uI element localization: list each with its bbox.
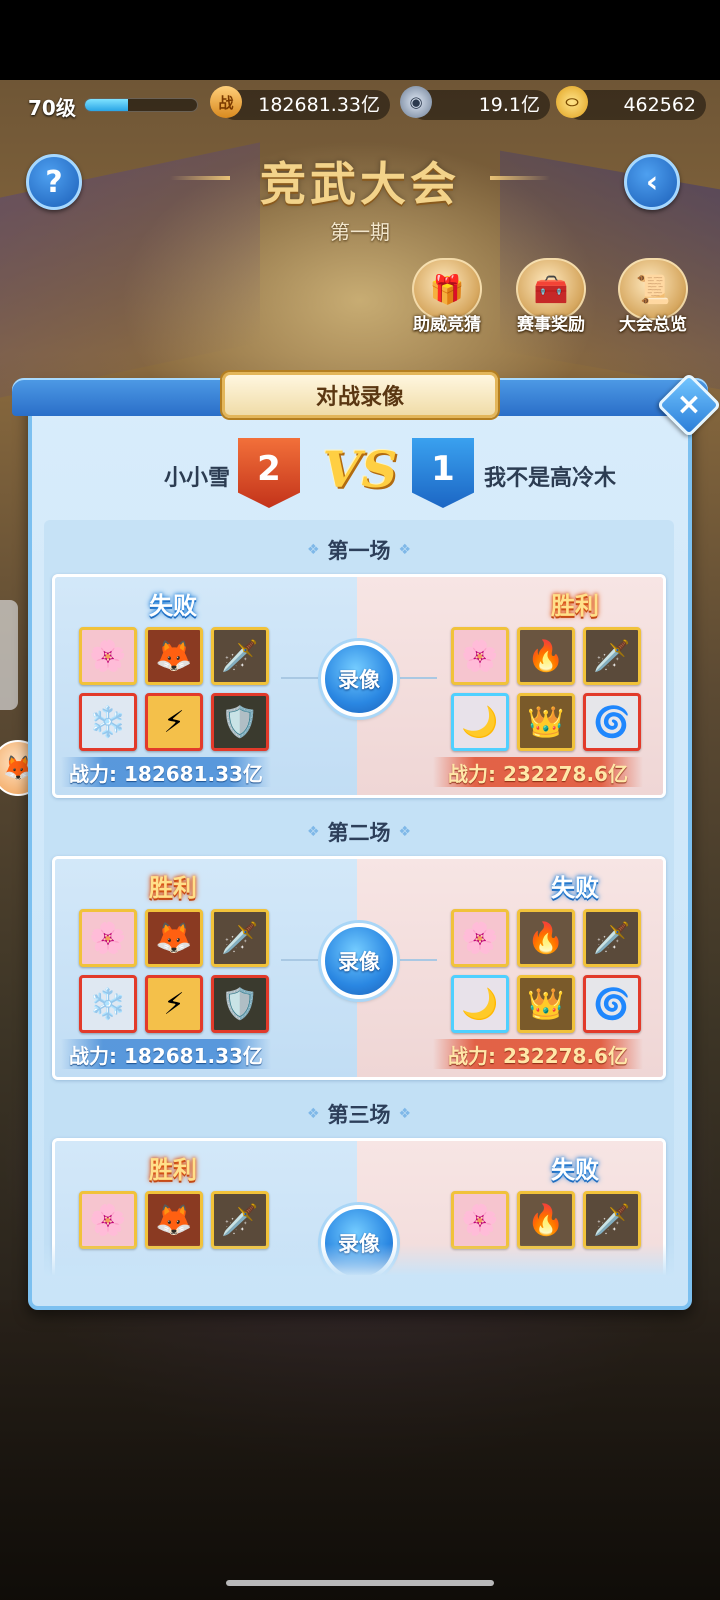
hero-portrait[interactable]: 👑: [517, 975, 575, 1033]
replay-button[interactable]: 录像: [321, 923, 397, 999]
tournament-overview-button[interactable]: 📜 大会总览: [610, 258, 696, 335]
hero-portrait[interactable]: 🌸: [79, 909, 137, 967]
status-bar: [0, 0, 720, 80]
page-title: 竞武大会: [260, 157, 460, 211]
hero-portrait[interactable]: ⚡: [145, 693, 203, 751]
match-section: ❖ 第二场 ❖ 胜利 🌸 🦊 🗡️ ❄️ ⚡ 🛡️ 战力: 182681.33亿 失…: [44, 808, 674, 1080]
connector-line: [397, 959, 437, 961]
event-rewards-button[interactable]: 🧰 赛事奖励: [508, 258, 594, 335]
match-card: 胜利 🌸 🦊 🗡️ ❄️ ⚡ 🛡️ 战力: 182681.33亿 失败 🌸 🔥 …: [52, 856, 666, 1080]
hero-portrait[interactable]: 🗡️: [211, 627, 269, 685]
hero-portrait[interactable]: 🗡️: [211, 1191, 269, 1249]
hero-portrait[interactable]: 🦊: [145, 1191, 203, 1249]
hero-portrait[interactable]: 🛡️: [211, 693, 269, 751]
hero-portrait[interactable]: ❄️: [79, 693, 137, 751]
right-player-name: 我不是高冷木: [484, 466, 617, 491]
scroll-fade: [44, 1244, 674, 1276]
match-card: 失败 🌸 🦊 🗡️ ❄️ ⚡ 🛡️ 战力: 182681.33亿 胜利 🌸 🔥 …: [52, 574, 666, 798]
dialog-title: 对战录像: [315, 385, 404, 410]
connector-line: [397, 677, 437, 679]
left-result-label: 失败: [149, 591, 197, 620]
right-hero-grid: 🌸 🔥 🗡️ 🌙 👑 🌀: [451, 909, 641, 1033]
hero-portrait[interactable]: 🌸: [451, 1191, 509, 1249]
resource-bar: 70级 182681.33亿 战 19.1亿 ◉ 462562 ⬭: [0, 84, 720, 128]
left-hero-grid: 🌸 🦊 🗡️ ❄️ ⚡ 🛡️: [79, 909, 269, 1033]
replay-button[interactable]: 录像: [321, 641, 397, 717]
match-title: ❖ 第三场 ❖: [306, 1103, 412, 1127]
hero-portrait[interactable]: 🌀: [583, 975, 641, 1033]
hero-portrait[interactable]: 🗡️: [583, 627, 641, 685]
match-section: ❖第三场❖ 胜利 🌸 🦊 🗡️ 失败 🌸 🔥 🗡️ 录像: [44, 1090, 674, 1275]
dialog-title-plate: 对战录像: [222, 372, 498, 418]
xp-progress-bar: [84, 98, 198, 112]
combat-power-icon: 战: [210, 86, 242, 118]
support-guess-button[interactable]: 🎁 助威竞猜: [404, 258, 490, 335]
left-hero-grid: 🌸 🦊 🗡️: [79, 1191, 269, 1249]
hero-portrait[interactable]: 🗡️: [211, 909, 269, 967]
home-gesture-bar[interactable]: [226, 1580, 494, 1586]
hero-portrait[interactable]: 🛡️: [211, 975, 269, 1033]
left-result-label: 胜利: [149, 1155, 197, 1184]
right-result-label: 胜利: [551, 591, 599, 620]
hero-portrait[interactable]: 🔥: [517, 909, 575, 967]
page-subtitle: 第一期: [330, 220, 390, 244]
hero-portrait[interactable]: 🌸: [79, 627, 137, 685]
hero-portrait[interactable]: 🔥: [517, 627, 575, 685]
left-combat-power: 战力: 182681.33亿: [61, 757, 271, 787]
coin-icon: ◉: [400, 86, 432, 118]
hero-portrait[interactable]: ❄️: [79, 975, 137, 1033]
close-icon: ×: [676, 387, 702, 422]
hero-portrait[interactable]: 🌙: [451, 975, 509, 1033]
left-player-name: 小小雪: [163, 466, 230, 491]
hero-portrait[interactable]: 🦊: [145, 909, 203, 967]
connector-line: [281, 959, 321, 961]
right-team-panel: 失败 🌸 🔥 🗡️ 🌙 👑 🌀 战力: 232278.6亿: [357, 859, 663, 1077]
left-hero-grid: 🌸 🦊 🗡️ ❄️ ⚡ 🛡️: [79, 627, 269, 751]
hero-portrait[interactable]: 🦊: [145, 627, 203, 685]
hero-portrait[interactable]: ⚡: [145, 975, 203, 1033]
match-list[interactable]: ❖ 第一场 ❖ 失败 🌸 🦊 🗡️ ❄️ ⚡ 🛡️ 战力: 182681.33亿 胜…: [44, 520, 674, 1275]
right-hero-grid: 🌸 🔥 🗡️: [451, 1191, 641, 1249]
combat-power-value: 182681.33亿: [220, 90, 390, 120]
right-hero-grid: 🌸 🔥 🗡️ 🌙 👑 🌀: [451, 627, 641, 751]
player-level: 70级: [28, 96, 76, 120]
right-combat-power: 战力: 232278.6亿: [433, 1039, 643, 1069]
hero-portrait[interactable]: 🌸: [79, 1191, 137, 1249]
match-section: ❖ 第一场 ❖ 失败 🌸 🦊 🗡️ ❄️ ⚡ 🛡️ 战力: 182681.33亿 胜…: [44, 526, 674, 798]
match-title: ❖ 第一场 ❖: [306, 539, 412, 563]
hero-portrait[interactable]: 🌀: [583, 693, 641, 751]
left-team-panel: 失败 🌸 🦊 🗡️ ❄️ ⚡ 🛡️ 战力: 182681.33亿: [55, 577, 362, 795]
ingot-icon: ⬭: [556, 86, 588, 118]
left-result-label: 胜利: [149, 873, 197, 902]
hero-portrait[interactable]: 🗡️: [583, 1191, 641, 1249]
hero-portrait[interactable]: 🌙: [451, 693, 509, 751]
right-combat-power: 战力: 232278.6亿: [433, 757, 643, 787]
right-result-label: 失败: [551, 873, 599, 902]
connector-line: [281, 677, 321, 679]
left-combat-power: 战力: 182681.33亿: [61, 1039, 271, 1069]
hero-portrait[interactable]: 🌸: [451, 909, 509, 967]
hero-portrait[interactable]: 🌸: [451, 627, 509, 685]
left-team-panel: 胜利 🌸 🦊 🗡️ ❄️ ⚡ 🛡️ 战力: 182681.33亿: [55, 859, 362, 1077]
right-result-label: 失败: [551, 1155, 599, 1184]
hero-portrait[interactable]: 👑: [517, 693, 575, 751]
vs-emblem: VS: [322, 439, 398, 499]
right-team-panel: 胜利 🌸 🔥 🗡️ 🌙 👑 🌀 战力: 232278.6亿: [357, 577, 663, 795]
hero-portrait[interactable]: 🗡️: [583, 909, 641, 967]
match-title: ❖ 第二场 ❖: [306, 821, 412, 845]
side-drawer-handle[interactable]: [0, 600, 18, 710]
hero-portrait[interactable]: 🔥: [517, 1191, 575, 1249]
